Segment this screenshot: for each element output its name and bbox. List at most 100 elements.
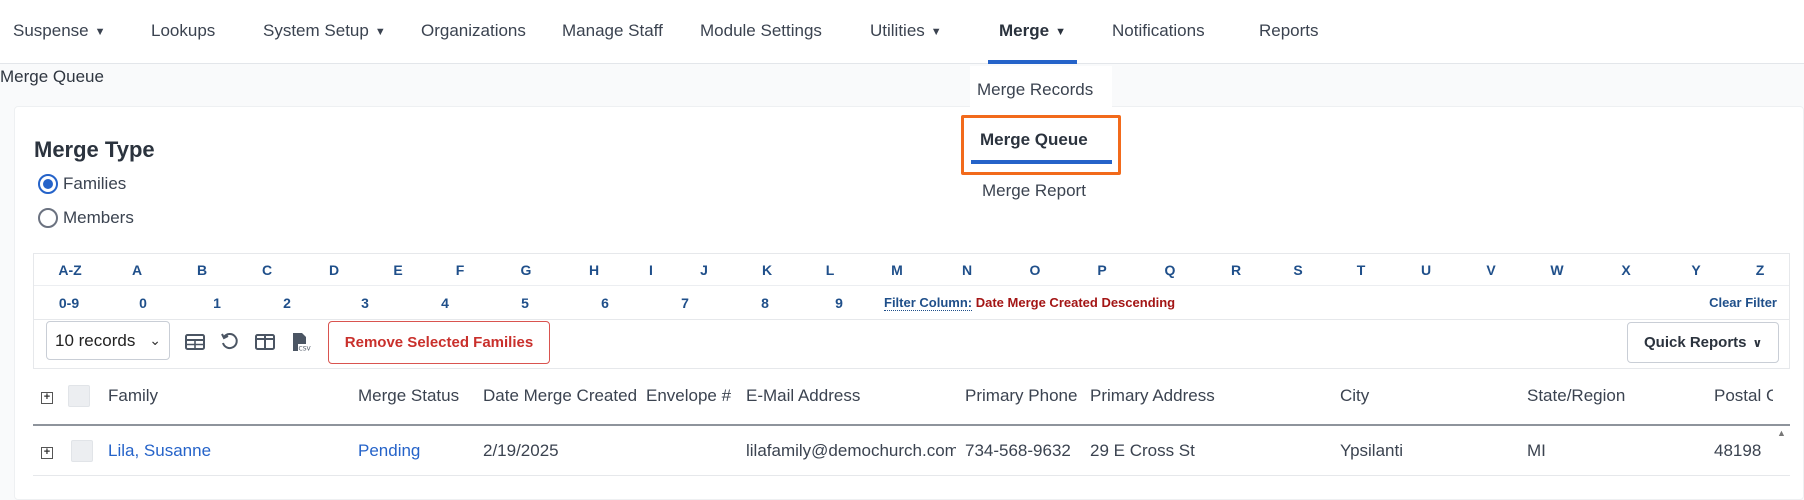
- nav-label: Notifications: [1112, 21, 1205, 40]
- col-postal-code[interactable]: Postal Code: [1714, 386, 1773, 406]
- filter-letter-e[interactable]: E: [393, 254, 402, 286]
- filter-number-5[interactable]: 5: [521, 287, 529, 319]
- nav-label: Reports: [1259, 21, 1319, 40]
- caret-down-icon: ▼: [374, 26, 386, 38]
- col-envelope[interactable]: Envelope #: [646, 386, 738, 406]
- clear-filter-link[interactable]: Clear Filter: [1709, 287, 1777, 319]
- cell-postal-code: 48198: [1714, 441, 1762, 460]
- nav-module-settings[interactable]: Module Settings: [700, 0, 822, 64]
- radio-families[interactable]: Families: [38, 174, 126, 194]
- letter-filter-row: A-Z A B C D E F G H I J K L M N O P Q R S T U V W X Y Z: [34, 254, 1789, 286]
- filter-letter-f[interactable]: F: [456, 254, 465, 286]
- nav-label: Lookups: [151, 21, 216, 40]
- cell-primary-address: 29 E Cross St: [1090, 441, 1195, 460]
- filter-letter-a[interactable]: A: [132, 254, 142, 286]
- columns-icon[interactable]: [254, 331, 276, 353]
- filter-letter-l[interactable]: L: [826, 254, 835, 286]
- menu-item-merge-queue[interactable]: Merge Queue: [980, 130, 1088, 150]
- col-state-region[interactable]: State/Region: [1527, 386, 1687, 406]
- cell-primary-phone: 734-568-9632: [965, 441, 1071, 460]
- nav-manage-staff[interactable]: Manage Staff: [562, 0, 663, 64]
- cell-family-link[interactable]: Lila, Susanne: [108, 441, 348, 461]
- nav-label: Organizations: [421, 21, 526, 40]
- filter-letter-z[interactable]: Z: [1756, 254, 1765, 286]
- filter-letter-x[interactable]: X: [1621, 254, 1630, 286]
- nav-system-setup[interactable]: System Setup ▼: [263, 0, 386, 64]
- filter-number-3[interactable]: 3: [361, 287, 369, 319]
- expand-row-icon[interactable]: +: [41, 447, 53, 459]
- filter-letter-v[interactable]: V: [1486, 254, 1495, 286]
- cell-merge-status-link[interactable]: Pending: [358, 441, 476, 461]
- col-email[interactable]: E-Mail Address: [746, 386, 956, 406]
- col-family[interactable]: Family: [108, 386, 348, 406]
- radio-checked-icon[interactable]: [38, 174, 58, 194]
- filter-letter-c[interactable]: C: [262, 254, 272, 286]
- table-view-icon[interactable]: [184, 331, 206, 353]
- col-city[interactable]: City: [1340, 386, 1520, 406]
- nav-label: Utilities: [870, 21, 925, 40]
- filter-letter-j[interactable]: J: [700, 254, 708, 286]
- caret-down-icon: ▼: [1055, 26, 1066, 38]
- filter-letter-a-z[interactable]: A-Z: [58, 254, 81, 286]
- select-all-checkbox[interactable]: [68, 385, 90, 407]
- nav-suspense[interactable]: Suspense ▼: [13, 0, 106, 64]
- nav-organizations[interactable]: Organizations: [421, 0, 526, 64]
- filter-letter-k[interactable]: K: [762, 254, 772, 286]
- filter-letter-t[interactable]: T: [1357, 254, 1366, 286]
- radio-unchecked-icon[interactable]: [38, 208, 58, 228]
- filter-letter-r[interactable]: R: [1231, 254, 1241, 286]
- col-primary-phone[interactable]: Primary Phone: [965, 386, 1080, 406]
- filter-letter-d[interactable]: D: [329, 254, 339, 286]
- cell-date-merge-created: 2/19/2025: [483, 441, 559, 460]
- filter-number-2[interactable]: 2: [283, 287, 291, 319]
- filter-column-value: Date Merge Created Descending: [975, 295, 1176, 310]
- nav-utilities[interactable]: Utilities ▼: [870, 0, 942, 64]
- filter-letter-m[interactable]: M: [891, 254, 903, 286]
- filter-letter-h[interactable]: H: [589, 254, 599, 286]
- nav-label: Module Settings: [700, 21, 822, 40]
- filter-number-9[interactable]: 9: [835, 287, 843, 319]
- filter-letter-p[interactable]: P: [1097, 254, 1106, 286]
- filter-letter-s[interactable]: S: [1293, 254, 1302, 286]
- menu-item-merge-records[interactable]: Merge Records: [977, 80, 1093, 100]
- menu-item-merge-report[interactable]: Merge Report: [982, 181, 1086, 201]
- filter-letter-o[interactable]: O: [1030, 254, 1041, 286]
- records-per-page-select[interactable]: 10 records ⌄: [46, 321, 170, 360]
- filter-letter-q[interactable]: Q: [1165, 254, 1176, 286]
- filter-number-1[interactable]: 1: [213, 287, 221, 319]
- filter-letter-n[interactable]: N: [962, 254, 972, 286]
- filter-letter-g[interactable]: G: [521, 254, 532, 286]
- filter-letter-b[interactable]: B: [197, 254, 207, 286]
- filter-number-0[interactable]: 0: [139, 287, 147, 319]
- csv-export-icon[interactable]: CSV: [289, 331, 311, 353]
- filter-number-4[interactable]: 4: [441, 287, 449, 319]
- nav-reports[interactable]: Reports: [1259, 0, 1319, 64]
- filter-letter-y[interactable]: Y: [1691, 254, 1700, 286]
- filter-number-8[interactable]: 8: [761, 287, 769, 319]
- filter-letter-w[interactable]: W: [1550, 254, 1563, 286]
- quick-reports-button[interactable]: Quick Reports ∨: [1627, 322, 1779, 363]
- col-merge-status[interactable]: Merge Status: [358, 386, 476, 406]
- scroll-up-arrow-icon[interactable]: ▲: [1777, 428, 1786, 438]
- expand-all-icon[interactable]: +: [41, 392, 53, 404]
- remove-selected-families-button[interactable]: Remove Selected Families: [328, 321, 550, 364]
- records-per-page-value: 10 records: [55, 331, 136, 350]
- filter-column-label[interactable]: Filter Column:: [884, 295, 973, 311]
- col-primary-address[interactable]: Primary Address: [1090, 386, 1330, 406]
- caret-down-icon: ▼: [930, 26, 942, 38]
- nav-merge[interactable]: Merge ▼: [988, 0, 1077, 64]
- row-checkbox[interactable]: [71, 440, 93, 462]
- filter-number-7[interactable]: 7: [681, 287, 689, 319]
- refresh-icon[interactable]: [219, 331, 241, 353]
- nav-label: Merge: [999, 21, 1050, 40]
- filter-letter-i[interactable]: I: [649, 254, 653, 286]
- filter-column-info: Filter Column: Date Merge Created Descen…: [884, 287, 1175, 319]
- chevron-down-icon: ∨: [1752, 336, 1763, 350]
- nav-notifications[interactable]: Notifications: [1112, 0, 1205, 64]
- radio-members[interactable]: Members: [38, 208, 134, 228]
- nav-lookups[interactable]: Lookups: [151, 0, 215, 64]
- filter-number-6[interactable]: 6: [601, 287, 609, 319]
- filter-number-0-9[interactable]: 0-9: [59, 287, 79, 319]
- filter-letter-u[interactable]: U: [1421, 254, 1431, 286]
- col-date-merge-created[interactable]: Date Merge Created: [483, 386, 639, 406]
